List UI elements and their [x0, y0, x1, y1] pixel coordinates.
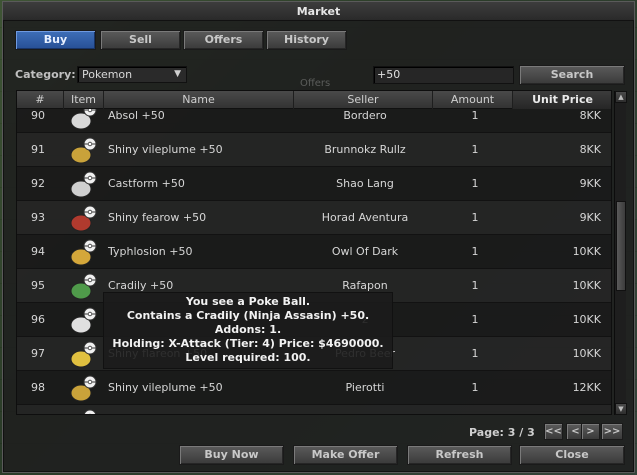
tab-history[interactable]: History	[266, 30, 347, 50]
row-item-name: Absol +50	[108, 109, 165, 122]
row-seller: Brunnokz Rullz	[324, 143, 406, 156]
row-amount: 1	[471, 245, 479, 258]
row-item-name: Castform +50	[108, 177, 185, 190]
category-select[interactable]: Pokemon ▼	[77, 66, 187, 83]
pokeball-item-icon	[69, 109, 99, 131]
row-amount: 1	[471, 143, 479, 156]
close-button[interactable]: Close	[519, 445, 625, 465]
chevron-down-icon: ▼	[174, 69, 181, 79]
pokeball-item-icon	[69, 169, 99, 199]
row-seller: Owl Of Dark	[331, 245, 399, 258]
pokeball-item-icon	[69, 271, 99, 301]
item-tooltip: You see a Poke Ball. Contains a Cradily …	[103, 292, 393, 369]
background-offers-text: Offers	[300, 78, 331, 89]
row-amount: 1	[471, 177, 479, 190]
search-input[interactable]: +50	[373, 66, 514, 84]
row-number: 91	[31, 143, 45, 156]
next-page-button[interactable]: >	[581, 423, 600, 440]
scroll-thumb[interactable]	[616, 201, 626, 291]
row-item-name: Shiny vileplume +50	[108, 381, 223, 394]
row-unit-price: 12KK	[572, 381, 601, 394]
pokeball-item-icon	[69, 305, 99, 335]
tooltip-line: Contains a Cradily (Ninja Assasin) +50. …	[126, 309, 370, 336]
table-row[interactable]: 93 Shiny fearow +50 Horad Aventura 1 9KK	[17, 201, 611, 235]
row-number: 98	[31, 381, 45, 394]
first-page-button[interactable]: <<	[544, 423, 563, 440]
row-number: 97	[31, 347, 45, 360]
row-unit-price: 10KK	[572, 245, 601, 258]
buy-now-button[interactable]: Buy Now	[179, 445, 284, 465]
row-seller: Bordero	[343, 109, 387, 122]
tab-sell[interactable]: Sell	[100, 30, 181, 50]
table-scrollbar[interactable]: ▲ ▼	[614, 91, 627, 415]
row-amount: 1	[471, 381, 479, 394]
row-unit-price: 10KK	[572, 347, 601, 360]
row-unit-price: 10KK	[572, 279, 601, 292]
tab-buy[interactable]: Buy	[15, 30, 96, 50]
row-amount	[435, 405, 515, 414]
row-item-name: Shiny vileplume +50	[108, 143, 223, 156]
table-body: 90 Absol +50 Bordero 1 8KK 91 Shiny vileplume …	[17, 109, 611, 414]
row-unit-price: 9KK	[579, 211, 601, 224]
table-row[interactable]: 98 Shiny vileplume +50 Pierotti 1 12KK	[17, 371, 611, 405]
tooltip-line: You see a Poke Ball.	[185, 295, 311, 308]
table-row[interactable]: 91 Shiny vileplume +50 Brunnokz Rullz 1 8KK	[17, 133, 611, 167]
row-number: 92	[31, 177, 45, 190]
row-unit-price: 8KK	[579, 143, 601, 156]
row-unit-price: 8KK	[579, 109, 601, 122]
make-offer-button[interactable]: Make Offer	[293, 445, 398, 465]
page-indicator: Page: 3 / 3	[469, 426, 535, 439]
row-number: 93	[31, 211, 45, 224]
column-header-number[interactable]: #	[17, 91, 64, 109]
pokeball-item-icon	[69, 237, 99, 267]
row-number: 96	[31, 313, 45, 326]
row-seller: Shao Lang	[336, 177, 394, 190]
column-header-seller[interactable]: Seller	[294, 91, 433, 109]
category-value: Pokemon	[82, 68, 133, 81]
row-unit-price: 9KK	[579, 177, 601, 190]
pokeball-item-icon	[69, 135, 99, 165]
category-label: Category:	[15, 68, 76, 81]
scroll-up-arrow-icon[interactable]: ▲	[615, 91, 627, 103]
row-number: 95	[31, 279, 45, 292]
row-seller	[299, 405, 431, 414]
row-unit-price	[515, 405, 603, 414]
row-amount: 1	[471, 347, 479, 360]
column-header-amount[interactable]: Amount	[433, 91, 513, 109]
pokeball-item-icon	[69, 407, 99, 414]
row-item-name: Typhlosion +50	[108, 245, 193, 258]
row-item-name	[108, 405, 298, 414]
row-amount: 1	[471, 109, 479, 122]
tooltip-line: Level required: 100.	[185, 351, 311, 364]
row-number	[17, 405, 59, 414]
row-seller: Pierotti	[345, 381, 385, 394]
row-item-name: Shiny fearow +50	[108, 211, 207, 224]
scroll-down-arrow-icon[interactable]: ▼	[615, 403, 627, 415]
row-number: 90	[31, 109, 45, 122]
tab-offers[interactable]: Offers	[183, 30, 264, 50]
pokeball-item-icon	[69, 373, 99, 403]
table-row[interactable]: 92 Castform +50 Shao Lang 1 9KK	[17, 167, 611, 201]
row-amount: 1	[471, 211, 479, 224]
row-seller: Horad Aventura	[321, 211, 409, 224]
window-title: Market	[3, 2, 634, 21]
row-unit-price: 10KK	[572, 313, 601, 326]
pokeball-item-icon	[69, 203, 99, 233]
last-page-button[interactable]: >>	[601, 423, 623, 440]
refresh-button[interactable]: Refresh	[407, 445, 512, 465]
table-row[interactable]: 94 Typhlosion +50 Owl Of Dark 1 10KK	[17, 235, 611, 269]
search-button[interactable]: Search	[519, 65, 625, 85]
table-header: # Item Name Seller Amount Unit Price	[17, 91, 611, 109]
row-number: 94	[31, 245, 45, 258]
table-row[interactable]	[17, 405, 611, 414]
table-row[interactable]: 90 Absol +50 Bordero 1 8KK	[17, 109, 611, 133]
row-amount: 1	[471, 279, 479, 292]
tooltip-line: Holding: X-Attack (Tier: 4) Price: $4690…	[112, 337, 384, 350]
row-amount: 1	[471, 313, 479, 326]
pokeball-item-icon	[69, 339, 99, 369]
column-header-item[interactable]: Item	[64, 91, 104, 109]
column-header-unit-price[interactable]: Unit Price	[513, 91, 611, 109]
market-window: Market Buy Sell Offers History Category:…	[2, 1, 635, 473]
column-header-name[interactable]: Name	[104, 91, 294, 109]
